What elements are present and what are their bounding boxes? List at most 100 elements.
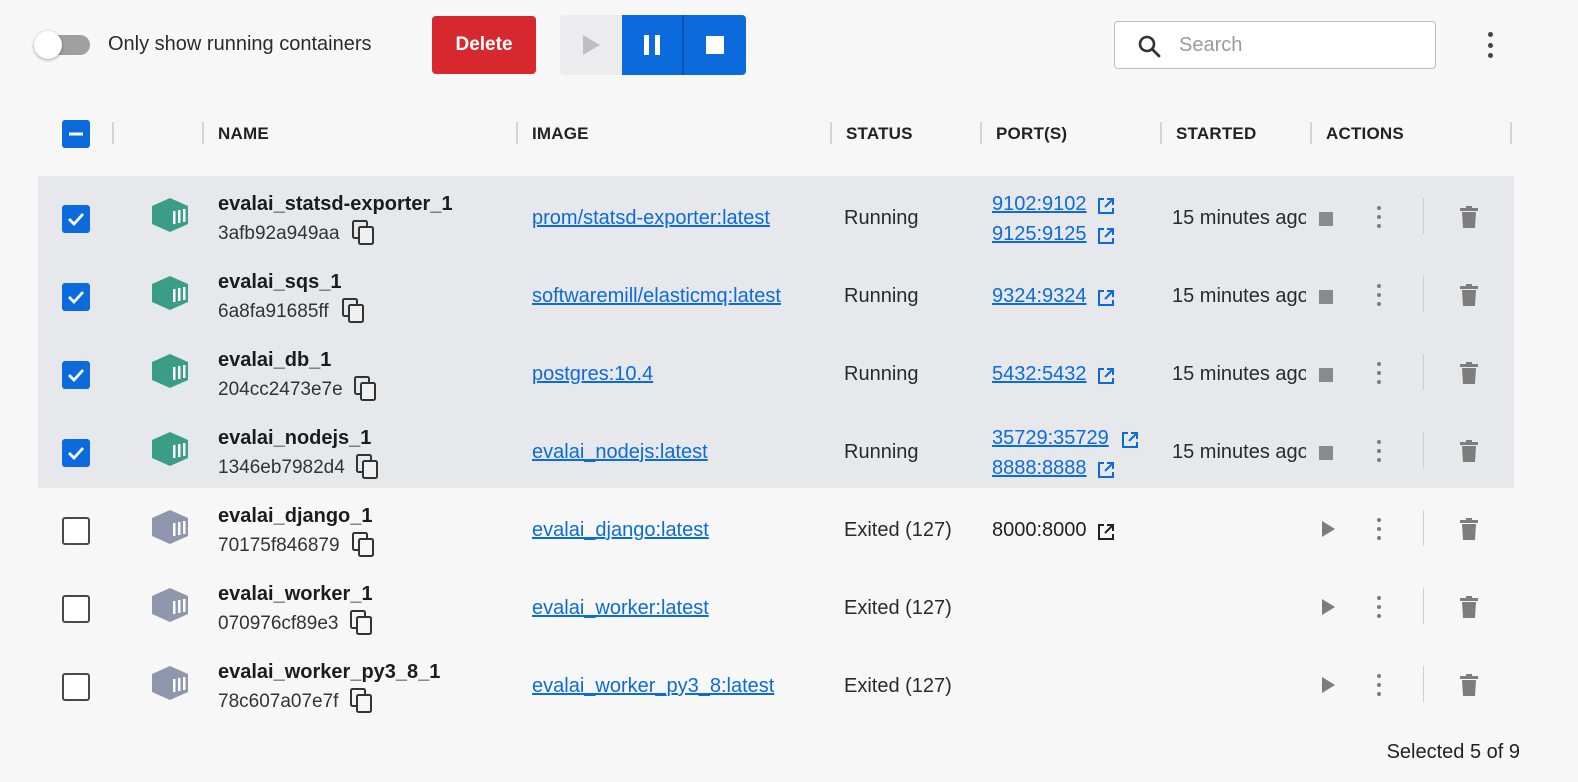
container-name: evalai_django_1: [218, 505, 373, 527]
more-options-icon[interactable]: [1478, 28, 1502, 62]
column-separator[interactable]: [202, 122, 204, 144]
stop-icon[interactable]: [1319, 446, 1333, 460]
column-header-ports[interactable]: PORT(S): [996, 124, 1067, 144]
play-icon[interactable]: [1320, 520, 1336, 538]
image-link[interactable]: evalai_django:latest: [532, 519, 709, 542]
row-checkbox[interactable]: [62, 283, 90, 311]
trash-icon[interactable]: [1460, 518, 1478, 540]
image-link[interactable]: evalai_worker_py3_8:latest: [532, 675, 774, 698]
action-divider: [1423, 354, 1424, 390]
container-name: evalai_worker_1: [218, 583, 373, 605]
container-icon: [152, 432, 188, 466]
row-checkbox[interactable]: [62, 517, 90, 545]
table-row[interactable]: evalai_db_1 204cc2473e7e postgres:10.4 R…: [38, 332, 1514, 410]
row-more-icon[interactable]: [1375, 284, 1383, 306]
external-link-icon[interactable]: [1096, 522, 1116, 542]
image-link[interactable]: prom/statsd-exporter:latest: [532, 207, 770, 230]
play-icon[interactable]: [1320, 676, 1336, 694]
stop-icon[interactable]: [1319, 368, 1333, 382]
stop-icon[interactable]: [1319, 212, 1333, 226]
row-more-icon[interactable]: [1375, 518, 1383, 540]
column-separator[interactable]: [980, 122, 982, 144]
container-status: Running: [844, 363, 919, 385]
table-row[interactable]: evalai_django_1 70175f846879 evalai_djan…: [38, 488, 1514, 566]
pause-button[interactable]: [622, 15, 684, 75]
action-divider: [1423, 510, 1424, 546]
action-divider: [1423, 588, 1424, 624]
copy-icon[interactable]: [352, 532, 376, 558]
port-link[interactable]: 9324:9324: [992, 285, 1087, 308]
container-name: evalai_sqs_1: [218, 271, 342, 293]
image-link[interactable]: softwaremill/elasticmq:latest: [532, 285, 781, 308]
started-time: 15 minutes ago: [1172, 207, 1306, 229]
port-link[interactable]: 5432:5432: [992, 363, 1087, 386]
trash-icon[interactable]: [1460, 440, 1478, 462]
row-checkbox[interactable]: [62, 361, 90, 389]
column-separator[interactable]: [112, 122, 114, 144]
column-separator[interactable]: [1310, 122, 1312, 144]
container-icon: [152, 198, 188, 232]
running-only-toggle[interactable]: [34, 31, 92, 59]
table-row[interactable]: evalai_statsd-exporter_1 3afb92a949aa pr…: [38, 176, 1514, 254]
trash-icon[interactable]: [1460, 596, 1478, 618]
stop-button[interactable]: [684, 15, 746, 75]
row-more-icon[interactable]: [1375, 206, 1383, 228]
image-link[interactable]: postgres:10.4: [532, 363, 653, 386]
action-divider: [1423, 432, 1424, 468]
search-input[interactable]: [1177, 30, 1427, 60]
port-link[interactable]: 9102:9102: [992, 193, 1087, 216]
play-icon[interactable]: [1320, 598, 1336, 616]
image-link[interactable]: evalai_worker:latest: [532, 597, 709, 620]
container-table-body: evalai_statsd-exporter_1 3afb92a949aa pr…: [38, 176, 1514, 722]
trash-icon[interactable]: [1460, 674, 1478, 696]
copy-icon[interactable]: [352, 220, 376, 246]
table-row[interactable]: evalai_nodejs_1 1346eb7982d4 evalai_node…: [38, 410, 1514, 488]
column-separator[interactable]: [830, 122, 832, 144]
start-button[interactable]: [560, 15, 622, 75]
column-separator[interactable]: [516, 122, 518, 144]
column-separator[interactable]: [1160, 122, 1162, 144]
table-row[interactable]: evalai_worker_1 070976cf89e3 evalai_work…: [38, 566, 1514, 644]
column-header-started[interactable]: STARTED: [1176, 124, 1256, 144]
row-checkbox[interactable]: [62, 205, 90, 233]
copy-icon[interactable]: [354, 376, 378, 402]
copy-icon[interactable]: [356, 454, 380, 480]
image-link[interactable]: evalai_nodejs:latest: [532, 441, 708, 464]
copy-icon[interactable]: [350, 688, 374, 714]
column-header-status[interactable]: STATUS: [846, 124, 913, 144]
row-more-icon[interactable]: [1375, 596, 1383, 618]
stop-icon[interactable]: [1319, 290, 1333, 304]
port-link[interactable]: 8888:8888: [992, 457, 1087, 480]
row-checkbox[interactable]: [62, 439, 90, 467]
row-more-icon[interactable]: [1375, 362, 1383, 384]
copy-icon[interactable]: [350, 610, 374, 636]
container-status: Running: [844, 285, 919, 307]
container-name: evalai_db_1: [218, 349, 332, 371]
external-link-icon[interactable]: [1096, 460, 1116, 480]
row-checkbox[interactable]: [62, 595, 90, 623]
column-separator[interactable]: [1510, 122, 1512, 144]
trash-icon[interactable]: [1460, 284, 1478, 306]
delete-button[interactable]: Delete: [432, 16, 536, 74]
row-more-icon[interactable]: [1375, 440, 1383, 462]
copy-icon[interactable]: [342, 298, 366, 324]
select-all-checkbox[interactable]: [62, 120, 90, 148]
table-header: NAME IMAGE STATUS PORT(S) STARTED ACTION…: [0, 100, 1578, 166]
table-row[interactable]: evalai_sqs_1 6a8fa91685ff softwaremill/e…: [38, 254, 1514, 332]
table-row[interactable]: evalai_worker_py3_8_1 78c607a07e7f evala…: [38, 644, 1514, 722]
port-link[interactable]: 9125:9125: [992, 223, 1087, 246]
row-checkbox[interactable]: [62, 673, 90, 701]
external-link-icon[interactable]: [1096, 226, 1116, 246]
row-more-icon[interactable]: [1375, 674, 1383, 696]
port-link[interactable]: 35729:35729: [992, 427, 1109, 450]
external-link-icon[interactable]: [1096, 196, 1116, 216]
trash-icon[interactable]: [1460, 206, 1478, 228]
external-link-icon[interactable]: [1096, 366, 1116, 386]
column-header-name[interactable]: NAME: [218, 124, 269, 144]
column-header-image[interactable]: IMAGE: [532, 124, 589, 144]
external-link-icon[interactable]: [1120, 430, 1140, 450]
external-link-icon[interactable]: [1096, 288, 1116, 308]
trash-icon[interactable]: [1460, 362, 1478, 384]
toggle-label: Only show running containers: [108, 33, 372, 55]
started-time: 15 minutes ago: [1172, 441, 1306, 463]
